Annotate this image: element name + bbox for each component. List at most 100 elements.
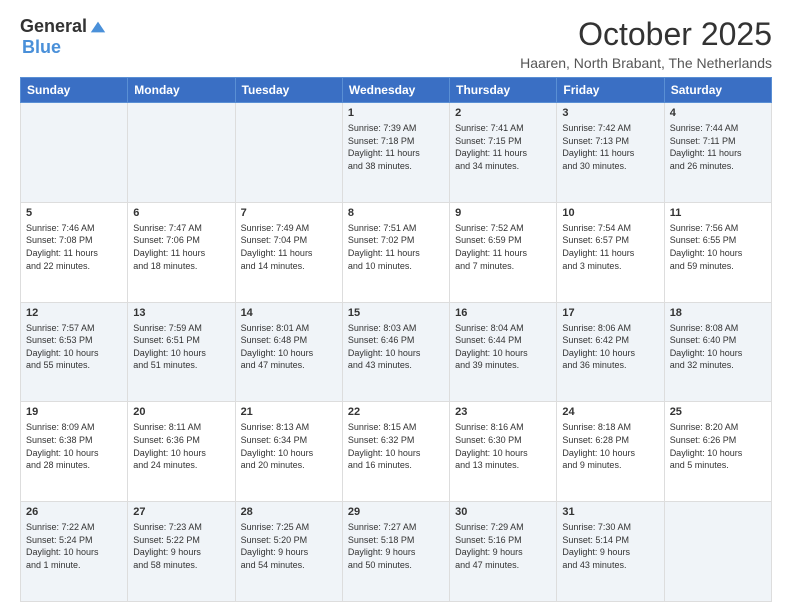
cell-date: 22 [348,406,444,418]
table-row: 10 Sunrise: 7:54 AMSunset: 6:57 PMDayligh… [557,202,664,302]
col-sunday: Sunday [21,78,128,103]
cell-info: Sunrise: 7:29 AMSunset: 5:16 PMDaylight:… [455,521,551,571]
cell-info: Sunrise: 8:03 AMSunset: 6:46 PMDaylight:… [348,322,444,372]
cell-info: Sunrise: 8:01 AMSunset: 6:48 PMDaylight:… [241,322,337,372]
title-block: October 2025 Haaren, North Brabant, The … [520,16,772,71]
table-row: 21 Sunrise: 8:13 AMSunset: 6:34 PMDayligh… [235,402,342,502]
cell-info: Sunrise: 7:44 AMSunset: 7:11 PMDaylight:… [670,122,766,172]
cell-info: Sunrise: 7:51 AMSunset: 7:02 PMDaylight:… [348,222,444,272]
table-row: 16 Sunrise: 8:04 AMSunset: 6:44 PMDayligh… [450,302,557,402]
cell-date: 8 [348,207,444,219]
cell-date: 2 [455,107,551,119]
table-row [128,103,235,203]
table-row: 17Sunrise: 8:06 AMSunset: 6:42 PMDayligh… [557,302,664,402]
table-row: 30Sunrise: 7:29 AMSunset: 5:16 PMDayligh… [450,502,557,602]
col-tuesday: Tuesday [235,78,342,103]
calendar-header-row: Sunday Monday Tuesday Wednesday Thursday… [21,78,772,103]
cell-info: Sunrise: 7:27 AMSunset: 5:18 PMDaylight:… [348,521,444,571]
cell-info: Sunrise: 7:22 AMSunset: 5:24 PMDaylight:… [26,521,122,571]
cell-date: 29 [348,506,444,518]
cell-info: Sunrise: 8:08 AMSunset: 6:40 PMDaylight:… [670,322,766,372]
cell-date: 31 [562,506,658,518]
cell-info: Sunrise: 7:59 AMSunset: 6:51 PMDaylight:… [133,322,229,372]
table-row: 24 Sunrise: 8:18 AMSunset: 6:28 PMDayligh… [557,402,664,502]
table-row: 31 Sunrise: 7:30 AMSunset: 5:14 PMDayligh… [557,502,664,602]
cell-date: 14 [241,307,337,319]
table-row [21,103,128,203]
cell-info: Sunrise: 8:20 AMSunset: 6:26 PMDaylight:… [670,421,766,471]
cell-date: 16 [455,307,551,319]
cell-info: Sunrise: 7:56 AMSunset: 6:55 PMDaylight:… [670,222,766,272]
table-row: 28 Sunrise: 7:25 AMSunset: 5:20 PMDayligh… [235,502,342,602]
cell-info: Sunrise: 7:57 AMSunset: 6:53 PMDaylight:… [26,322,122,372]
cell-date: 18 [670,307,766,319]
calendar-week-row: 5 Sunrise: 7:46 AMSunset: 7:08 PMDaylight… [21,202,772,302]
table-row: 26 Sunrise: 7:22 AMSunset: 5:24 PMDayligh… [21,502,128,602]
cell-date: 28 [241,506,337,518]
table-row: 11 Sunrise: 7:56 AMSunset: 6:55 PMDayligh… [664,202,771,302]
col-friday: Friday [557,78,664,103]
logo-icon [89,18,107,36]
col-saturday: Saturday [664,78,771,103]
cell-info: Sunrise: 7:49 AMSunset: 7:04 PMDaylight:… [241,222,337,272]
table-row: 12Sunrise: 7:57 AMSunset: 6:53 PMDayligh… [21,302,128,402]
cell-info: Sunrise: 7:30 AMSunset: 5:14 PMDaylight:… [562,521,658,571]
cell-info: Sunrise: 7:52 AMSunset: 6:59 PMDaylight:… [455,222,551,272]
cell-info: Sunrise: 8:09 AMSunset: 6:38 PMDaylight:… [26,421,122,471]
header: General Blue October 2025 Haaren, North … [20,16,772,71]
cell-info: Sunrise: 7:23 AMSunset: 5:22 PMDaylight:… [133,521,229,571]
calendar-table: Sunday Monday Tuesday Wednesday Thursday… [20,77,772,602]
table-row: 22 Sunrise: 8:15 AMSunset: 6:32 PMDayligh… [342,402,449,502]
table-row: 20 Sunrise: 8:11 AMSunset: 6:36 PMDayligh… [128,402,235,502]
table-row: 25 Sunrise: 8:20 AMSunset: 6:26 PMDayligh… [664,402,771,502]
table-row: 18 Sunrise: 8:08 AMSunset: 6:40 PMDayligh… [664,302,771,402]
table-row: 1 Sunrise: 7:39 AMSunset: 7:18 PMDaylight… [342,103,449,203]
cell-date: 20 [133,406,229,418]
cell-info: Sunrise: 7:46 AMSunset: 7:08 PMDaylight:… [26,222,122,272]
cell-info: Sunrise: 7:54 AMSunset: 6:57 PMDaylight:… [562,222,658,272]
cell-info: Sunrise: 8:06 AMSunset: 6:42 PMDaylight:… [562,322,658,372]
cell-info: Sunrise: 8:18 AMSunset: 6:28 PMDaylight:… [562,421,658,471]
cell-date: 23 [455,406,551,418]
page: General Blue October 2025 Haaren, North … [0,0,792,612]
cell-info: Sunrise: 7:41 AMSunset: 7:15 PMDaylight:… [455,122,551,172]
table-row: 4 Sunrise: 7:44 AMSunset: 7:11 PMDaylight… [664,103,771,203]
month-title: October 2025 [520,16,772,53]
logo-general: General [20,16,87,37]
col-monday: Monday [128,78,235,103]
cell-date: 7 [241,207,337,219]
cell-date: 5 [26,207,122,219]
table-row: 13Sunrise: 7:59 AMSunset: 6:51 PMDayligh… [128,302,235,402]
table-row: 3Sunrise: 7:42 AMSunset: 7:13 PMDaylight… [557,103,664,203]
table-row: 2 Sunrise: 7:41 AMSunset: 7:15 PMDaylight… [450,103,557,203]
table-row: 15Sunrise: 8:03 AMSunset: 6:46 PMDayligh… [342,302,449,402]
cell-info: Sunrise: 8:11 AMSunset: 6:36 PMDaylight:… [133,421,229,471]
cell-date: 21 [241,406,337,418]
cell-date: 10 [562,207,658,219]
cell-info: Sunrise: 8:13 AMSunset: 6:34 PMDaylight:… [241,421,337,471]
table-row [235,103,342,203]
table-row: 29 Sunrise: 7:27 AMSunset: 5:18 PMDayligh… [342,502,449,602]
cell-date: 25 [670,406,766,418]
calendar-week-row: 26 Sunrise: 7:22 AMSunset: 5:24 PMDayligh… [21,502,772,602]
cell-date: 26 [26,506,122,518]
table-row: 8 Sunrise: 7:51 AMSunset: 7:02 PMDaylight… [342,202,449,302]
col-wednesday: Wednesday [342,78,449,103]
cell-date: 1 [348,107,444,119]
cell-info: Sunrise: 8:04 AMSunset: 6:44 PMDaylight:… [455,322,551,372]
cell-date: 3 [562,107,658,119]
table-row: 23Sunrise: 8:16 AMSunset: 6:30 PMDayligh… [450,402,557,502]
table-row: 19 Sunrise: 8:09 AMSunset: 6:38 PMDayligh… [21,402,128,502]
cell-date: 11 [670,207,766,219]
cell-info: Sunrise: 8:15 AMSunset: 6:32 PMDaylight:… [348,421,444,471]
cell-date: 19 [26,406,122,418]
table-row: 5 Sunrise: 7:46 AMSunset: 7:08 PMDaylight… [21,202,128,302]
cell-info: Sunrise: 7:39 AMSunset: 7:18 PMDaylight:… [348,122,444,172]
cell-date: 24 [562,406,658,418]
cell-info: Sunrise: 7:25 AMSunset: 5:20 PMDaylight:… [241,521,337,571]
logo: General Blue [20,16,107,58]
table-row: 6Sunrise: 7:47 AMSunset: 7:06 PMDaylight… [128,202,235,302]
table-row: 9Sunrise: 7:52 AMSunset: 6:59 PMDaylight… [450,202,557,302]
cell-info: Sunrise: 7:47 AMSunset: 7:06 PMDaylight:… [133,222,229,272]
cell-date: 4 [670,107,766,119]
